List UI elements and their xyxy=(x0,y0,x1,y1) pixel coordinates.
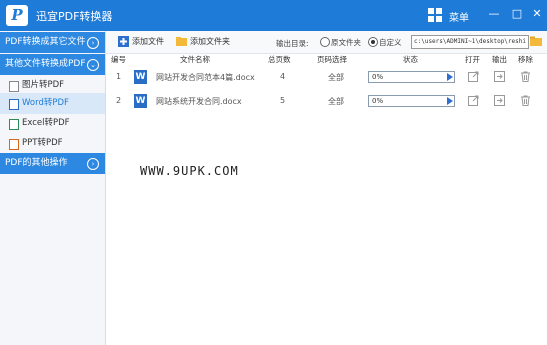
header-remove: 移除 xyxy=(518,55,533,64)
menu-button[interactable]: 菜单 xyxy=(449,9,469,24)
chevron-down-icon: ⌄ xyxy=(87,59,99,71)
chevron-right-icon: › xyxy=(87,37,99,49)
progress-text: 0% xyxy=(372,97,384,105)
play-icon[interactable] xyxy=(447,73,453,81)
header-open: 打开 xyxy=(465,55,480,64)
folder-plus-icon xyxy=(176,37,187,46)
output-path-input[interactable]: c:\users\ADMINI~1\desktop\reshi xyxy=(411,35,529,49)
image-icon xyxy=(9,81,19,92)
radio-custom[interactable] xyxy=(368,37,378,47)
output-dir-label: 输出目录: xyxy=(276,39,309,48)
header-output: 输出 xyxy=(492,55,507,64)
trash-icon[interactable] xyxy=(520,95,531,106)
progress-text: 0% xyxy=(372,73,384,81)
sidebar: PDF转换成其它文件 › 其他文件转换成PDF ⌄ 图片转PDF Word转PD… xyxy=(0,31,106,345)
word-file-icon: W xyxy=(134,94,147,108)
add-file-label: 添加文件 xyxy=(132,37,164,46)
sidebar-item-ppt-to-pdf[interactable]: PPT转PDF xyxy=(0,133,105,154)
sidebar-section-other-to-pdf[interactable]: 其他文件转换成PDF ⌄ xyxy=(0,54,105,75)
sidebar-item-label: PPT转PDF xyxy=(22,138,63,148)
sidebar-section-pdf-other-ops[interactable]: PDF的其他操作 › xyxy=(0,153,105,174)
row-number: 1 xyxy=(116,72,122,81)
app-title: 迅宜PDF转换器 xyxy=(36,10,113,23)
radio-original-label: 原文件夹 xyxy=(331,38,361,47)
sidebar-item-label: Excel转PDF xyxy=(22,118,70,128)
header-page-range: 页码选择 xyxy=(317,55,347,64)
header-number: 编号 xyxy=(111,55,126,64)
header-status: 状态 xyxy=(403,55,418,64)
table-row[interactable]: 2 W 网站系统开发合同.docx 5 全部 0% xyxy=(106,89,547,113)
row-pages: 4 xyxy=(280,72,286,81)
browse-folder-icon[interactable] xyxy=(530,36,542,46)
sidebar-section-pdf-to-other[interactable]: PDF转换成其它文件 › xyxy=(0,32,105,53)
progress-bar: 0% xyxy=(368,95,455,107)
header-filename: 文件名称 xyxy=(180,55,210,64)
menu-grid-icon[interactable] xyxy=(428,8,443,23)
sidebar-item-excel-to-pdf[interactable]: Excel转PDF xyxy=(0,113,105,134)
row-page-range[interactable]: 全部 xyxy=(328,96,344,107)
radio-original-folder[interactable] xyxy=(320,37,330,47)
open-external-icon[interactable] xyxy=(468,95,479,106)
plus-icon xyxy=(118,36,129,47)
section-label: PDF转换成其它文件 xyxy=(5,37,86,47)
row-filename: 网站开发合同范本4篇.docx xyxy=(156,73,255,82)
table-header: 编号 文件名称 总页数 页码选择 状态 打开 输出 移除 xyxy=(106,53,547,65)
open-external-icon[interactable] xyxy=(468,71,479,82)
row-number: 2 xyxy=(116,96,122,105)
watermark-text: WWW.9UPK.COM xyxy=(140,164,239,178)
chevron-right-icon: › xyxy=(87,158,99,170)
excel-icon xyxy=(9,119,19,130)
maximize-icon[interactable]: □ xyxy=(508,5,526,23)
section-label: 其他文件转换成PDF xyxy=(5,59,86,69)
title-bar: P 迅宜PDF转换器 菜单 — □ ✕ xyxy=(0,0,547,31)
toolbar: 添加文件 添加文件夹 输出目录: 原文件夹 自定义 c:\users\ADMIN… xyxy=(106,31,547,54)
app-logo: P xyxy=(6,5,28,26)
section-label: PDF的其他操作 xyxy=(5,158,68,168)
minimize-icon[interactable]: — xyxy=(485,5,503,23)
header-pages: 总页数 xyxy=(268,55,291,64)
close-icon[interactable]: ✕ xyxy=(528,5,546,23)
progress-bar: 0% xyxy=(368,71,455,83)
sidebar-item-label: Word转PDF xyxy=(22,98,69,108)
output-folder-icon[interactable] xyxy=(494,95,505,106)
play-icon[interactable] xyxy=(447,97,453,105)
word-file-icon: W xyxy=(134,70,147,84)
row-pages: 5 xyxy=(280,96,286,105)
table-row[interactable]: 1 W 网站开发合同范本4篇.docx 4 全部 0% xyxy=(106,65,547,89)
output-folder-icon[interactable] xyxy=(494,71,505,82)
row-page-range[interactable]: 全部 xyxy=(328,72,344,83)
word-icon xyxy=(9,99,19,110)
sidebar-item-word-to-pdf[interactable]: Word转PDF xyxy=(0,93,105,114)
add-folder-label: 添加文件夹 xyxy=(190,37,230,46)
ppt-icon xyxy=(9,139,19,150)
radio-custom-label: 自定义 xyxy=(379,38,402,47)
trash-icon[interactable] xyxy=(520,71,531,82)
row-filename: 网站系统开发合同.docx xyxy=(156,97,242,106)
